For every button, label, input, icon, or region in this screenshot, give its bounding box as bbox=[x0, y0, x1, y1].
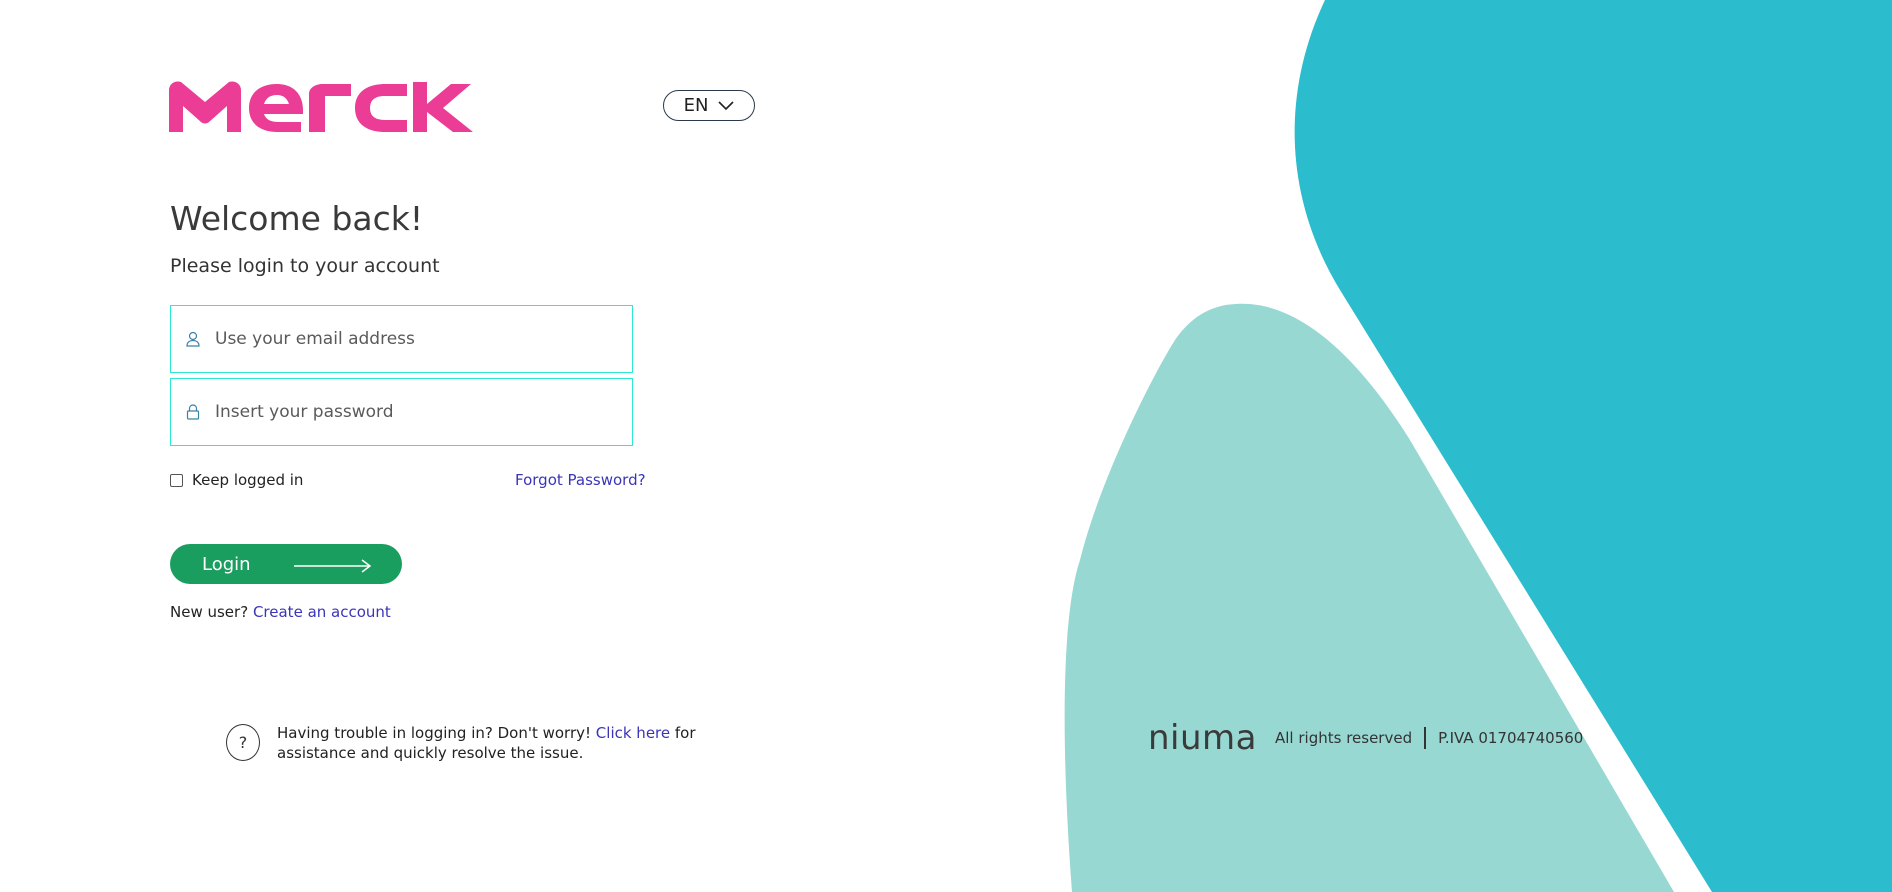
keep-logged-in[interactable]: Keep logged in bbox=[170, 471, 303, 489]
language-selector[interactable]: EN bbox=[663, 90, 755, 121]
email-field[interactable] bbox=[170, 305, 633, 373]
password-input[interactable] bbox=[215, 402, 615, 422]
arrow-right-icon bbox=[294, 557, 372, 578]
footer-divider bbox=[1424, 727, 1427, 749]
rights-text: All rights reserved bbox=[1275, 729, 1413, 747]
forgot-password-link[interactable]: Forgot Password? bbox=[515, 471, 646, 489]
merck-logo bbox=[169, 81, 473, 132]
niuma-logo: niuma bbox=[1148, 718, 1257, 758]
keep-logged-in-checkbox[interactable] bbox=[170, 473, 183, 487]
page-title: Welcome back! bbox=[170, 199, 424, 238]
page-subtitle: Please login to your account bbox=[170, 255, 440, 277]
new-user-row: New user? Create an account bbox=[170, 603, 391, 621]
new-user-text: New user? bbox=[170, 603, 249, 621]
help-text: Having trouble in logging in? Don't worr… bbox=[277, 723, 697, 763]
login-page: EN Welcome back! Please login to your ac… bbox=[0, 0, 1892, 892]
login-button[interactable]: Login bbox=[170, 544, 402, 584]
email-input[interactable] bbox=[215, 329, 615, 349]
keep-logged-in-label: Keep logged in bbox=[192, 471, 304, 489]
create-account-link[interactable]: Create an account bbox=[253, 603, 391, 621]
chevron-down-icon bbox=[718, 100, 734, 111]
language-label: EN bbox=[683, 95, 709, 116]
lock-icon bbox=[185, 403, 201, 421]
login-button-label: Login bbox=[202, 553, 251, 575]
user-icon bbox=[185, 330, 201, 348]
password-field[interactable] bbox=[170, 378, 633, 446]
help-text-before: Having trouble in logging in? Don't worr… bbox=[277, 724, 592, 742]
question-icon: ? bbox=[226, 724, 260, 761]
piva-text: P.IVA 01704740560 bbox=[1438, 729, 1584, 747]
help-click-here-link[interactable]: Click here bbox=[596, 724, 670, 742]
footer: niuma All rights reserved P.IVA 01704740… bbox=[1148, 718, 1584, 758]
